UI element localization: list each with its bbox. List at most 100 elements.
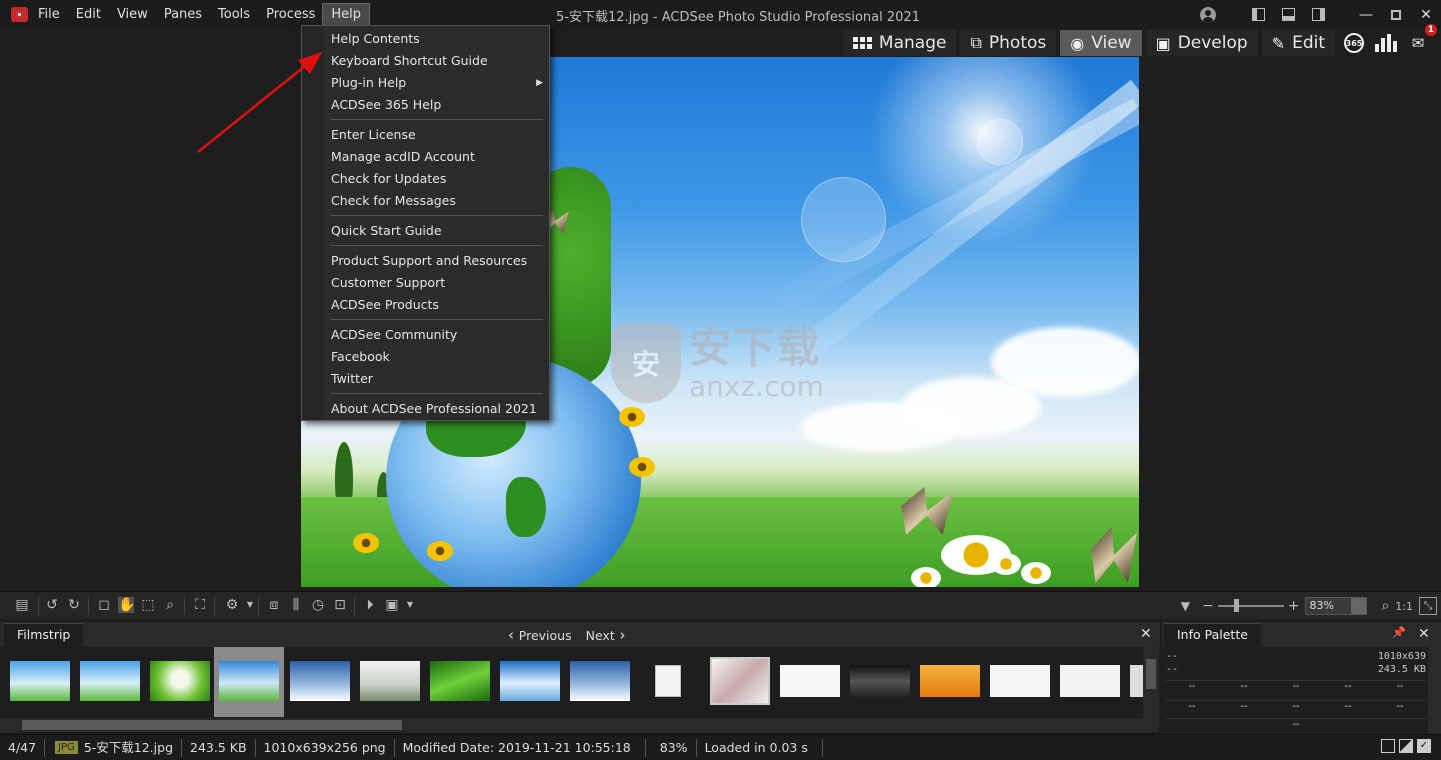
photos-icon: ⧉ <box>970 33 982 52</box>
menu-item-acdsee-community[interactable]: ACDSee Community <box>302 324 549 346</box>
fullscreen-icon[interactable]: ⛶ <box>192 597 208 613</box>
menu-item-help-contents[interactable]: Help Contents <box>302 28 549 50</box>
actual-size-button[interactable]: 1:1 <box>1395 600 1413 613</box>
zoom-magnifier-icon[interactable]: ⌕ <box>1381 598 1389 614</box>
account-button[interactable] <box>1193 0 1223 29</box>
mode-develop-button[interactable]: ▣ Develop <box>1145 30 1258 56</box>
marquee-tool-icon[interactable]: ⬚ <box>140 597 156 613</box>
slideshow-play-icon[interactable]: ⏵ <box>362 597 378 613</box>
mode-manage-label: Manage <box>878 33 947 53</box>
menu-item-check-for-updates[interactable]: Check for Updates <box>302 168 549 190</box>
thumbnail[interactable] <box>1130 665 1143 697</box>
menu-item-plugin-help[interactable]: Plug-in Help ▶ <box>302 72 549 94</box>
menu-item-twitter[interactable]: Twitter <box>302 368 549 390</box>
watermark-shield-icon: 安 <box>611 323 681 403</box>
thumbnail-file-icon[interactable] <box>655 665 681 697</box>
dashboard-button[interactable] <box>1371 30 1401 56</box>
thumbnail[interactable] <box>290 661 350 701</box>
square-icon[interactable] <box>1381 739 1395 753</box>
menu-item-manage-acdid-account[interactable]: Manage acdID Account <box>302 146 549 168</box>
thumbnail[interactable] <box>710 657 770 705</box>
menu-item-keyboard-shortcut-guide[interactable]: Keyboard Shortcut Guide <box>302 50 549 72</box>
toolbar-separator <box>258 597 259 615</box>
menu-item-product-support[interactable]: Product Support and Resources <box>302 250 549 272</box>
bar-chart-icon <box>1375 34 1397 52</box>
chevron-left-icon: ‹ <box>508 626 519 644</box>
thumbnail[interactable] <box>430 661 490 701</box>
menu-item-about[interactable]: About ACDSee Professional 2021 <box>302 398 549 420</box>
chevron-down-icon[interactable]: ▼ <box>402 597 418 613</box>
menu-item-facebook[interactable]: Facebook <box>302 346 549 368</box>
zoom-out-icon[interactable]: − <box>1202 598 1214 614</box>
menu-item-enter-license[interactable]: Enter License <box>302 124 549 146</box>
acdsee-365-button[interactable]: 365 <box>1339 30 1369 56</box>
zoom-tool-icon[interactable]: ⌕ <box>162 597 178 613</box>
thumbnail[interactable] <box>920 665 980 697</box>
triangle-down-icon[interactable]: ▼ <box>1181 599 1190 613</box>
viewer-toolbar: ▤ ↺ ↻ ◻ ✋ ⬚ ⌕ ⛶ ⚙ ▼ ⧈ ⫼ ◷ ⊡ ⏵ ▣ ▼ ▼ − + … <box>0 591 1441 619</box>
minimize-button[interactable]: — <box>1351 0 1381 29</box>
filmstrip-close-icon[interactable]: ✕ <box>1140 626 1152 642</box>
info-palette-scrollbar[interactable] <box>1428 647 1441 734</box>
thumbnail[interactable] <box>780 665 840 697</box>
menu-item-customer-support[interactable]: Customer Support <box>302 272 549 294</box>
thumbnail[interactable] <box>80 661 140 701</box>
chevron-down-icon[interactable]: ▼ <box>242 597 258 613</box>
save-icon[interactable]: ▤ <box>14 597 30 613</box>
toolbar-separator <box>184 597 185 615</box>
previous-button[interactable]: ‹ Previous <box>508 626 572 644</box>
layout-right-button[interactable] <box>1303 0 1333 29</box>
rotate-right-icon[interactable]: ↻ <box>66 597 82 613</box>
checkmark-icon[interactable]: ✓ <box>1417 739 1431 753</box>
zoom-in-icon[interactable]: + <box>1288 598 1300 614</box>
maximize-button[interactable] <box>1381 0 1411 29</box>
select-tool-icon[interactable]: ◻ <box>96 597 112 613</box>
compare-icon[interactable]: ⧈ <box>266 597 282 613</box>
layout-bottom-button[interactable] <box>1273 0 1303 29</box>
menu-item-check-for-messages[interactable]: Check for Messages <box>302 190 549 212</box>
mode-photos-button[interactable]: ⧉ Photos <box>960 30 1057 56</box>
notification-count: 1 <box>1424 24 1437 36</box>
mode-view-button[interactable]: ◉ View <box>1060 30 1142 56</box>
notifications-button[interactable]: ✉ 1 <box>1403 24 1437 56</box>
thumbnail[interactable] <box>10 661 70 701</box>
menu-item-acdsee-365-help[interactable]: ACDSee 365 Help <box>302 94 549 116</box>
menu-item-acdsee-products[interactable]: ACDSee Products <box>302 294 549 316</box>
thumbnail[interactable] <box>150 661 210 701</box>
tab-filmstrip[interactable]: Filmstrip <box>4 623 84 647</box>
thumbnail[interactable] <box>360 661 420 701</box>
filmstrip-horizontal-scrollbar[interactable] <box>0 718 1143 732</box>
mode-manage-button[interactable]: Manage <box>842 30 957 56</box>
settings-gear-icon[interactable]: ⚙ <box>224 597 240 613</box>
status-file: JPG 5-安下载12.jpg <box>45 738 182 757</box>
half-square-icon[interactable] <box>1399 739 1413 753</box>
focus-icon[interactable]: ⊡ <box>332 597 348 613</box>
pin-icon[interactable]: 📌 <box>1392 626 1406 639</box>
clock-icon[interactable]: ◷ <box>310 597 326 613</box>
adjust-sliders-icon[interactable]: ⫼ <box>288 597 304 613</box>
thumbnail[interactable] <box>850 665 910 697</box>
next-button[interactable]: Next › <box>586 626 626 644</box>
layout-left-button[interactable] <box>1243 0 1273 29</box>
zoom-select[interactable]: 83% <box>1305 597 1368 615</box>
info-palette-pane: Info Palette 📌 ✕ -- 1010x639 -- 243.5 KB… <box>1162 622 1441 734</box>
info-palette-close-icon[interactable]: ✕ <box>1418 626 1430 642</box>
thumbnail[interactable] <box>219 661 279 701</box>
tab-info-palette[interactable]: Info Palette <box>1164 623 1261 647</box>
rotate-left-icon[interactable]: ↺ <box>44 597 60 613</box>
scrollbar-thumb[interactable] <box>22 720 402 730</box>
status-indicators: ✓ <box>1381 739 1431 753</box>
thumbnail[interactable] <box>1060 665 1120 697</box>
hand-tool-icon[interactable]: ✋ <box>118 597 135 613</box>
mode-edit-label: Edit <box>1292 33 1325 53</box>
filmstrip-vertical-scrollbar[interactable] <box>1143 647 1159 732</box>
mode-edit-button[interactable]: ✎ Edit <box>1261 30 1335 56</box>
display-icon[interactable]: ▣ <box>384 597 400 613</box>
menu-item-quick-start-guide[interactable]: Quick Start Guide <box>302 220 549 242</box>
thumbnail[interactable] <box>990 665 1050 697</box>
thumbnail[interactable] <box>570 661 630 701</box>
fit-to-window-icon[interactable]: ⤡ <box>1419 597 1437 615</box>
thumbnail[interactable] <box>500 661 560 701</box>
scrollbar-thumb[interactable] <box>1146 659 1156 689</box>
zoom-slider[interactable] <box>1217 599 1284 612</box>
